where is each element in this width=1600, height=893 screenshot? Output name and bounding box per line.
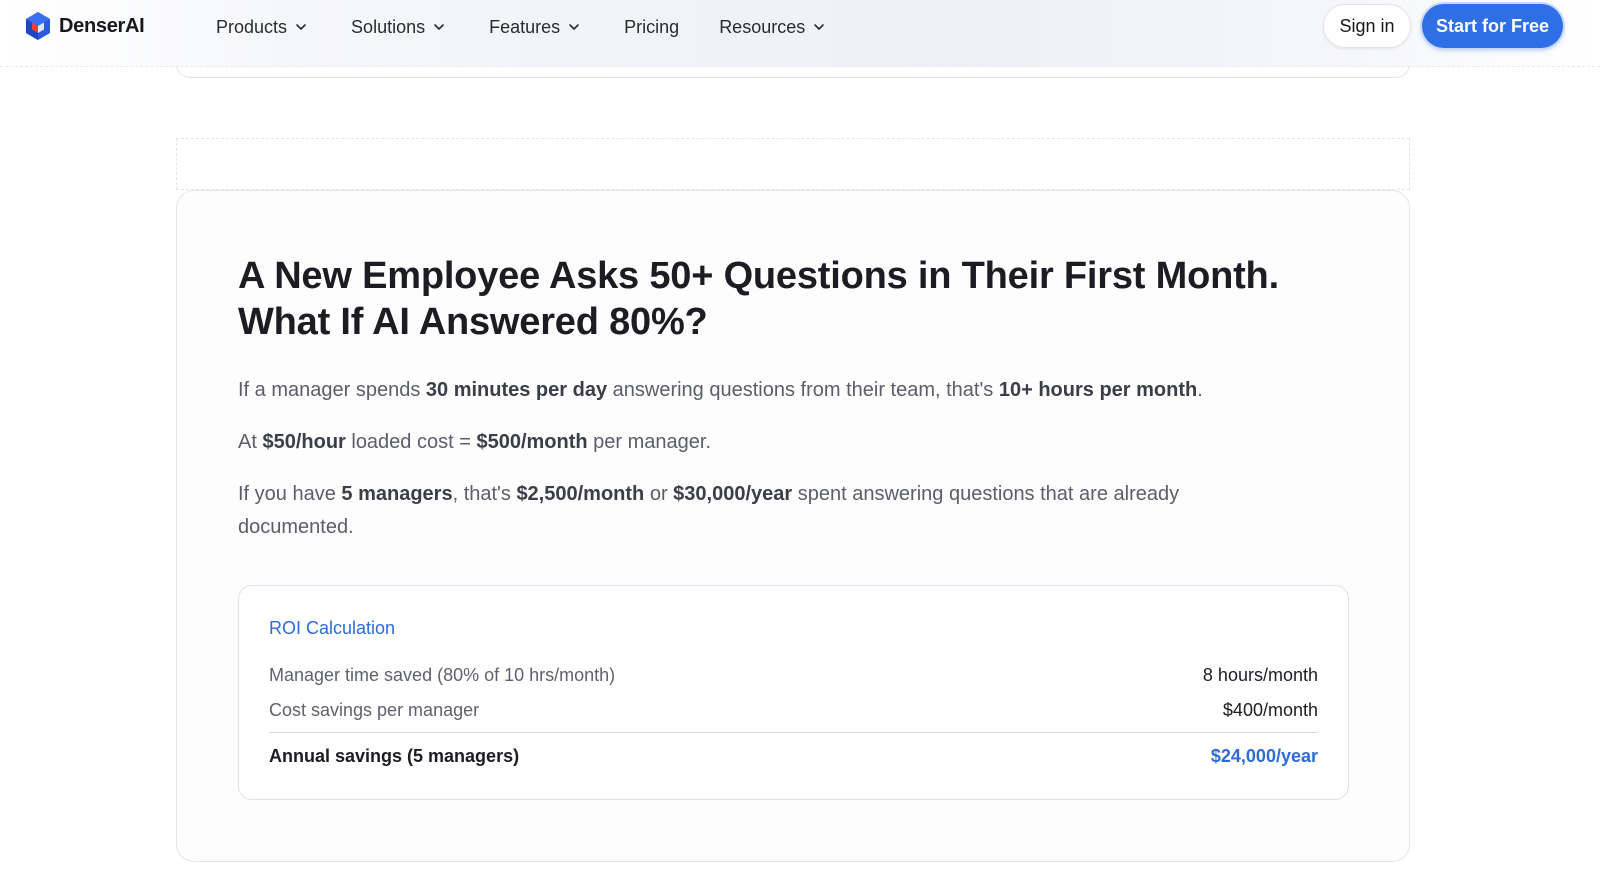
sign-in-button[interactable]: Sign in <box>1323 4 1411 48</box>
paragraph-team-cost: If you have 5 managers, that's $2,500/mo… <box>238 478 1288 544</box>
nav-pricing[interactable]: Pricing <box>624 17 679 38</box>
brand-logo[interactable]: DenserAI <box>23 10 145 42</box>
chevron-down-icon <box>434 24 444 30</box>
chevron-down-icon <box>569 24 579 30</box>
denserai-hexagon-logo-icon <box>26 12 50 40</box>
roi-row-annual-total: Annual savings (5 managers) $24,000/year <box>269 743 1318 769</box>
paragraph-hourly-cost: At $50/hour loaded cost = $500/month per… <box>238 426 1288 459</box>
nav-features[interactable]: Features <box>489 17 580 38</box>
emphasis: 30 minutes per day <box>425 379 608 401</box>
section-title-line-1: A New Employee Asks 50+ Questions in The… <box>238 255 1279 297</box>
roi-title: ROI Calculation <box>269 618 396 638</box>
emphasis: $30,000/year <box>673 483 793 505</box>
section-divider <box>176 138 1410 190</box>
text: per manager. <box>587 431 712 453</box>
start-for-free-button[interactable]: Start for Free <box>1422 4 1563 48</box>
section-title: A New Employee Asks 50+ Questions in The… <box>238 253 1358 345</box>
text: . <box>1197 379 1203 401</box>
chevron-down-icon <box>814 24 825 30</box>
emphasis: $2,500/month <box>516 483 645 505</box>
nav-pricing-label: Pricing <box>624 16 680 37</box>
paragraph-manager-time: If a manager spends 30 minutes per day a… <box>238 374 1288 407</box>
text: At <box>238 431 263 453</box>
roi-divider <box>269 732 1318 733</box>
roi-row-label: Manager time saved (80% of 10 hrs/month) <box>269 664 616 685</box>
brand-name: DenserAI <box>59 14 145 37</box>
nav-products[interactable]: Products <box>216 17 307 38</box>
roi-total-value: $24,000/year <box>1210 745 1318 766</box>
emphasis: 5 managers <box>341 483 453 505</box>
text: or <box>644 483 674 505</box>
emphasis: $500/month <box>476 431 588 453</box>
nav-resources-label: Resources <box>719 16 806 37</box>
roi-total-label: Annual savings (5 managers) <box>269 745 520 766</box>
nav-resources[interactable]: Resources <box>719 17 825 38</box>
top-navigation-bar: DenserAI Products Solutions Features Pri… <box>0 0 1600 67</box>
nav-solutions-label: Solutions <box>351 16 426 37</box>
roi-section-card: A New Employee Asks 50+ Questions in The… <box>176 190 1410 862</box>
emphasis: 10+ hours per month <box>998 379 1198 401</box>
section-title-line-2: What If AI Answered 80%? <box>238 301 708 343</box>
emphasis: $50/hour <box>262 431 346 453</box>
nav-solutions[interactable]: Solutions <box>351 17 445 38</box>
nav-products-label: Products <box>216 16 288 37</box>
main-nav: Products Solutions Features Pricing Reso… <box>216 14 825 40</box>
text: If a manager spends <box>238 379 426 401</box>
roi-row-time-saved: Manager time saved (80% of 10 hrs/month)… <box>269 662 1318 688</box>
roi-calculation-box: ROI Calculation Manager time saved (80% … <box>238 585 1349 800</box>
text: If you have <box>238 483 342 505</box>
text: , that's <box>452 483 517 505</box>
roi-row-value: 8 hours/month <box>1202 664 1318 685</box>
roi-row-label: Cost savings per manager <box>269 699 480 720</box>
roi-row-value: $400/month <box>1222 699 1318 720</box>
nav-features-label: Features <box>489 16 561 37</box>
text: answering questions from their team, tha… <box>607 379 999 401</box>
roi-row-cost-savings: Cost savings per manager $400/month <box>269 697 1318 723</box>
chevron-down-icon <box>296 24 306 30</box>
text: loaded cost = <box>345 431 477 453</box>
